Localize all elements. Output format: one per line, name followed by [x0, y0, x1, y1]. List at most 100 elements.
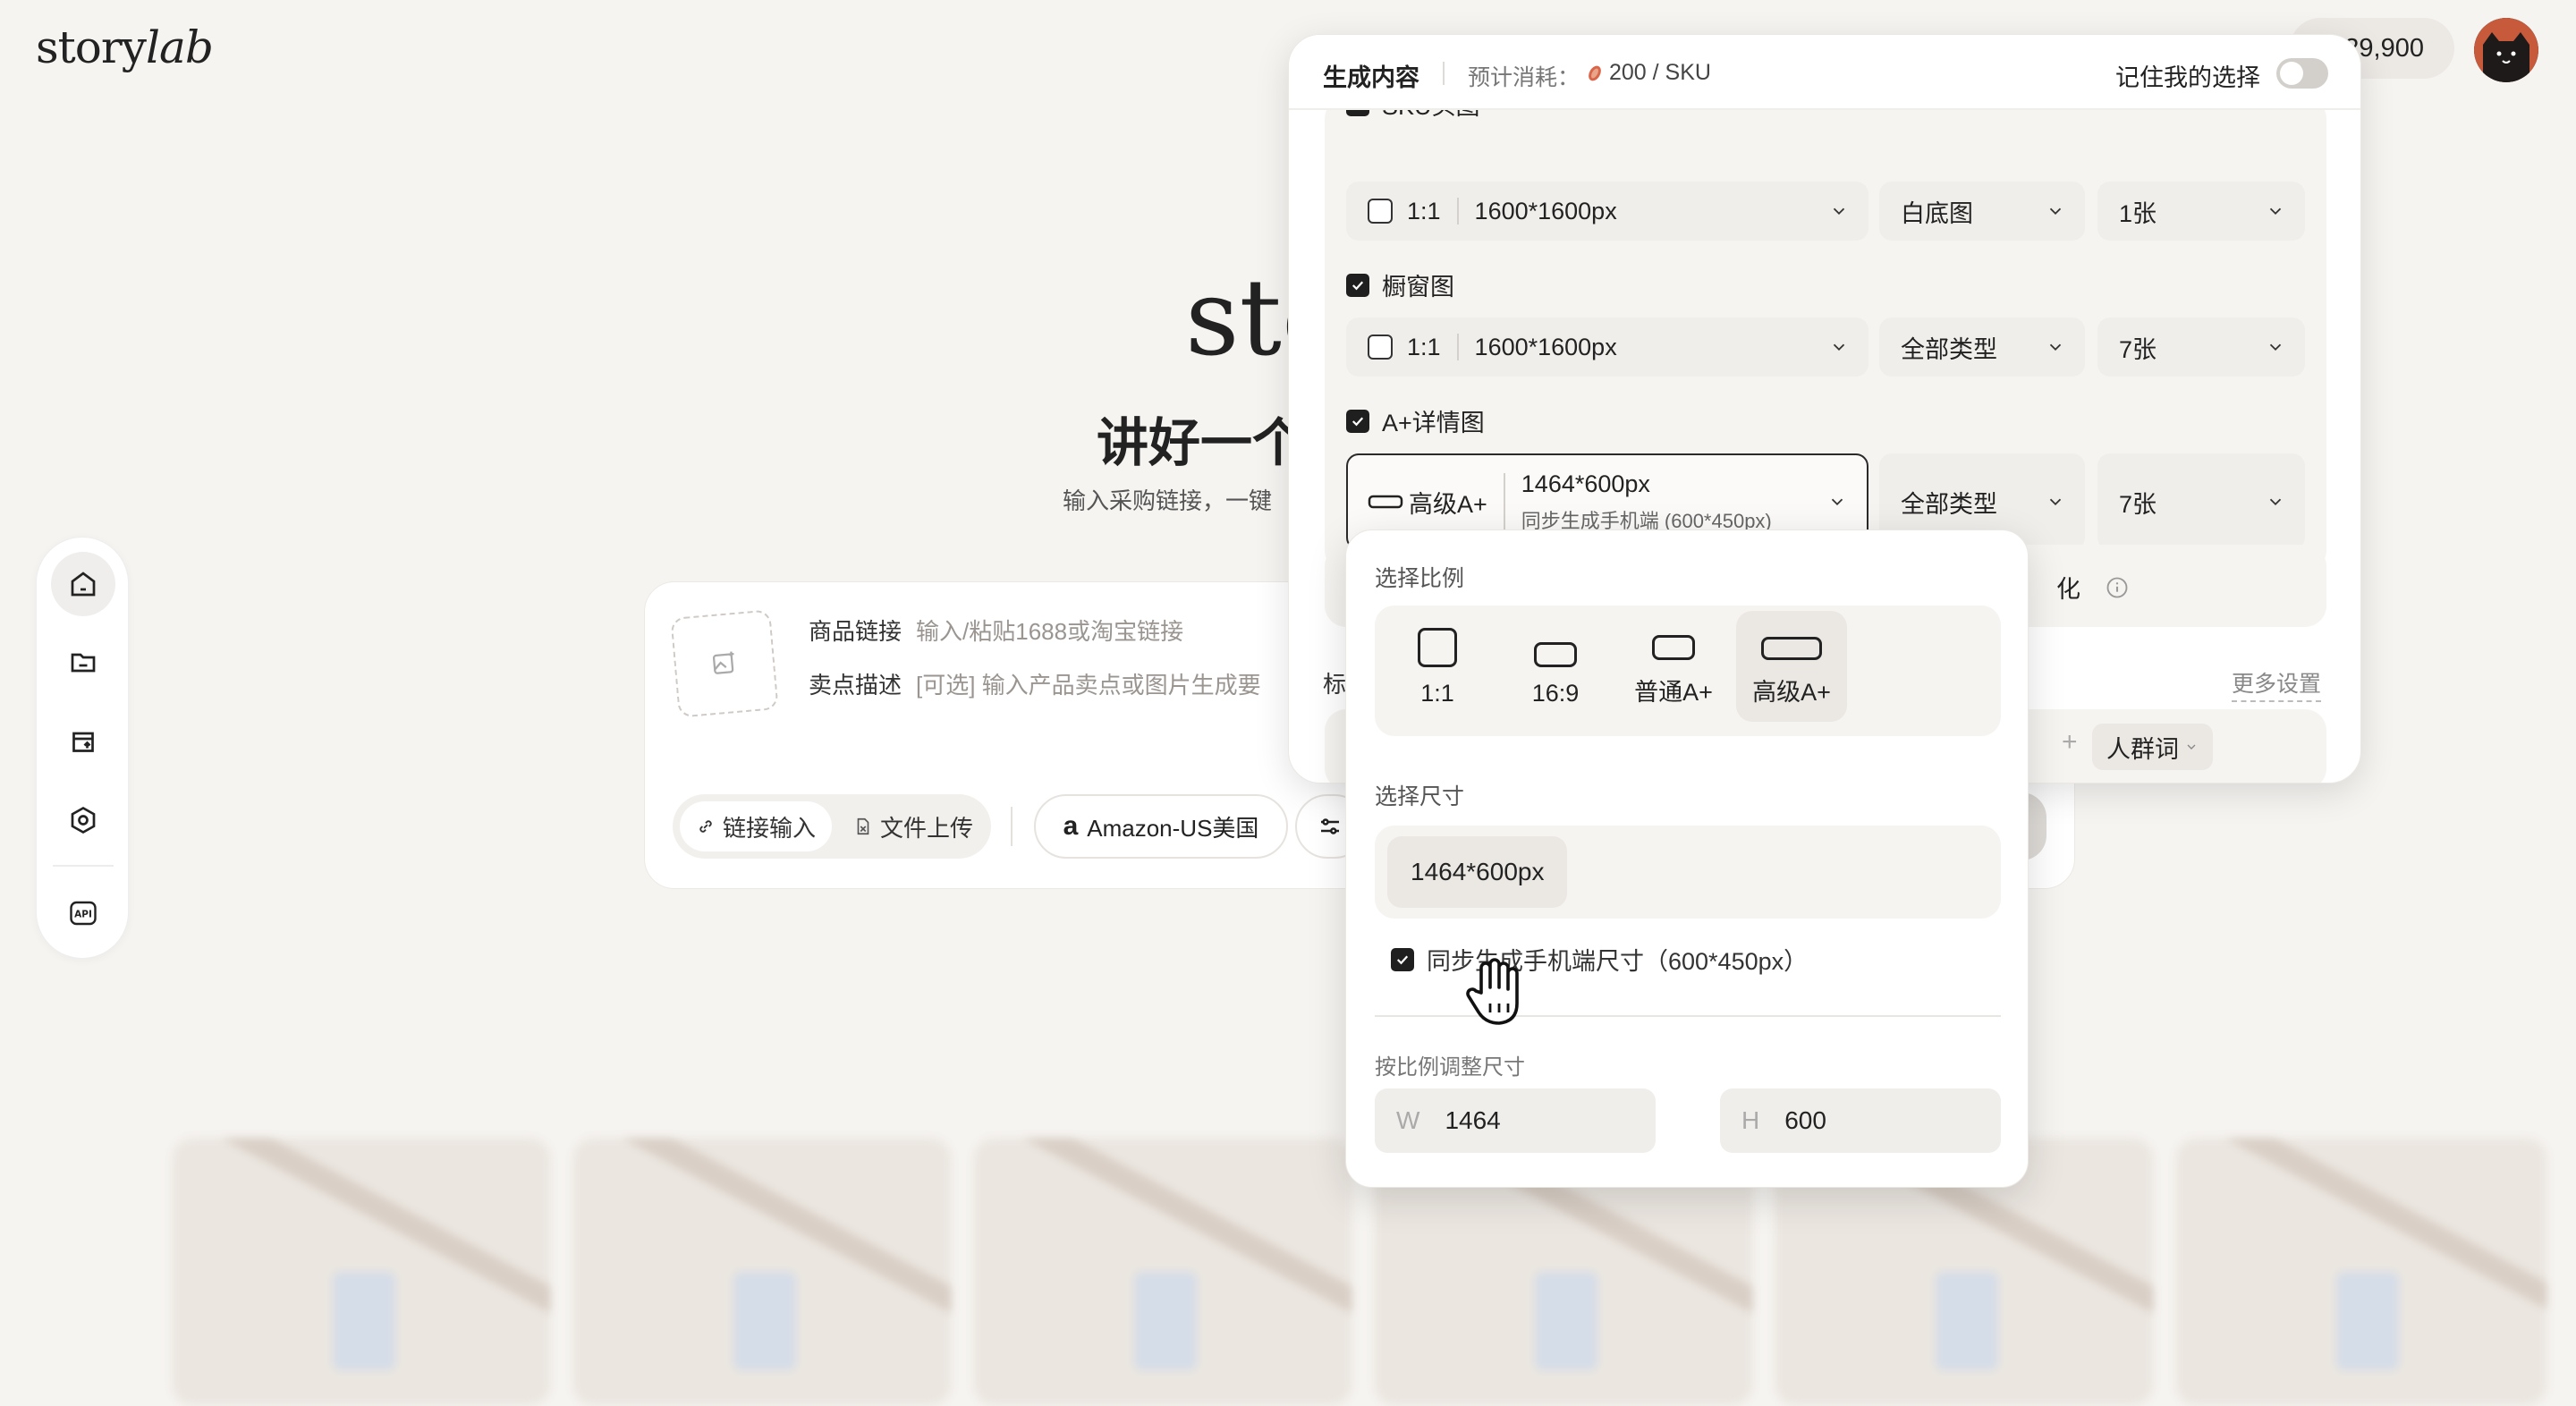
- svg-text:API: API: [74, 910, 92, 920]
- width-prefix: W: [1396, 1106, 1420, 1134]
- chevron-down-icon: [2049, 498, 2062, 506]
- amazon-icon: a: [1063, 811, 1079, 841]
- nav-upload[interactable]: [51, 709, 115, 774]
- chevron-down-icon: [1833, 343, 1845, 352]
- ratio-standard-aplus-icon: [1652, 635, 1695, 660]
- chevron-down-icon: [2049, 343, 2062, 352]
- size-option-chip[interactable]: 1464*600px: [1387, 836, 1568, 908]
- aplus-label: A+详情图: [1382, 410, 1485, 436]
- showcase-type-select[interactable]: 全部类型: [1879, 318, 2085, 377]
- showcase-checkbox[interactable]: [1346, 273, 1369, 297]
- nav-home[interactable]: [51, 552, 115, 616]
- ratio-square-icon: [1368, 335, 1393, 360]
- hero-subtitle: 讲好一个: [1097, 414, 1305, 472]
- height-input[interactable]: H 600: [1720, 1088, 2001, 1153]
- hero-description: 输入采购链接，一键: [1063, 487, 1273, 514]
- aplus-ratio: 高级A+: [1409, 490, 1487, 518]
- height-value[interactable]: 600: [1784, 1106, 1826, 1135]
- remember-toggle[interactable]: [2276, 58, 2328, 89]
- estimate-label: 预计消耗：: [1468, 65, 1580, 90]
- hand-cursor-icon: [1463, 957, 1524, 1033]
- ratio-option-premium-aplus[interactable]: 高级A+: [1736, 611, 1847, 722]
- chevron-down-icon: [2187, 744, 2196, 750]
- sku-count-select[interactable]: 1张: [2097, 182, 2305, 241]
- product-link-row[interactable]: 商品链接 输入/粘贴1688或淘宝链接: [809, 614, 1183, 647]
- size-options: 1464*600px: [1375, 826, 2001, 919]
- gallery-tile[interactable]: [973, 1138, 1352, 1406]
- ratio-section-label: 选择比例: [1375, 566, 1465, 591]
- showcase-count: 7张: [2119, 335, 2157, 363]
- image-drop-zone[interactable]: [670, 609, 779, 718]
- box-upload-icon: [72, 732, 94, 752]
- sliders-icon: [1321, 818, 1339, 834]
- aplus-type: 全部类型: [1901, 490, 1997, 518]
- ratio-option-16-9[interactable]: 16:9: [1500, 611, 1611, 722]
- showcase-type: 全部类型: [1901, 335, 1997, 363]
- width-value[interactable]: 1464: [1445, 1106, 1500, 1135]
- link-icon: [699, 820, 712, 833]
- check-icon: [1352, 280, 1364, 290]
- partial-option-text: 化: [2056, 576, 2080, 603]
- showcase-count-select[interactable]: 7张: [2097, 318, 2305, 377]
- aplus-count-select[interactable]: 7张: [2097, 453, 2305, 550]
- ratio-square-icon: [1418, 628, 1457, 667]
- audience-tag[interactable]: 人群词: [2092, 724, 2213, 770]
- showcase-size-select[interactable]: 1:1 1600*1600px: [1346, 318, 1868, 377]
- marketplace-select[interactable]: a Amazon-US美国: [1034, 794, 1288, 859]
- gallery-tile[interactable]: [572, 1138, 952, 1406]
- section-aplus[interactable]: A+详情图: [1346, 403, 1485, 438]
- width-input[interactable]: W 1464: [1375, 1088, 1656, 1153]
- selling-point-label: 卖点描述: [809, 672, 902, 699]
- sidebar-divider: [53, 865, 114, 867]
- sync-mobile-option[interactable]: 同步生成手机端尺寸（600*450px）: [1391, 942, 1808, 977]
- app-logo[interactable]: storylab: [36, 21, 214, 73]
- aplus-checkbox[interactable]: [1346, 409, 1369, 433]
- audience-tag-label: 人群词: [2106, 735, 2179, 763]
- gallery-tile[interactable]: [2175, 1138, 2547, 1406]
- chevron-down-icon: [2269, 343, 2282, 352]
- ratio-premium-aplus-icon: [1761, 637, 1822, 660]
- showcase-label: 橱窗图: [1382, 274, 1454, 301]
- nav-folder[interactable]: [51, 631, 115, 695]
- nav-settings[interactable]: [51, 788, 115, 852]
- product-link-label: 商品链接: [809, 618, 902, 645]
- hexagon-settings-icon: [71, 806, 96, 834]
- sku-ratio: 1:1: [1407, 197, 1441, 224]
- add-icon[interactable]: +: [2062, 727, 2078, 758]
- sku-count: 1张: [2119, 199, 2157, 227]
- image-add-icon: [712, 651, 734, 674]
- selling-point-input[interactable]: [可选] 输入产品卖点或图片生成要: [916, 667, 1261, 700]
- panel-title: 生成内容: [1323, 64, 1419, 91]
- selling-point-row[interactable]: 卖点描述 [可选] 输入产品卖点或图片生成要: [809, 667, 1292, 700]
- nav-api[interactable]: API: [51, 881, 115, 945]
- section-showcase[interactable]: 橱窗图: [1346, 267, 1454, 302]
- tab-link-label: 链接输入: [723, 814, 817, 842]
- aplus-count: 7张: [2119, 490, 2157, 518]
- sku-size-select[interactable]: 1:1 1600*1600px: [1346, 182, 1868, 241]
- folder-icon: [71, 653, 96, 673]
- ratio-option-1-1[interactable]: 1:1: [1382, 611, 1493, 722]
- header-separator: [1443, 62, 1445, 85]
- sync-mobile-checkbox[interactable]: [1391, 947, 1414, 971]
- product-link-input[interactable]: 输入/粘贴1688或淘宝链接: [916, 614, 1183, 647]
- gallery-tile[interactable]: [172, 1138, 551, 1406]
- remember-label: 记住我的选择: [2115, 64, 2260, 91]
- more-settings-link[interactable]: 更多设置: [2232, 666, 2322, 702]
- sku-type: 白底图: [1901, 199, 1973, 227]
- info-icon: [2106, 577, 2128, 598]
- user-avatar[interactable]: [2474, 18, 2538, 82]
- ratio-option-label: 高级A+: [1752, 679, 1831, 706]
- showcase-ratio: 1:1: [1407, 333, 1441, 360]
- tab-file-upload[interactable]: 文件上传: [837, 801, 989, 851]
- ratio-size-popup: 选择比例 1:1 16:9 普通A+ 高级A+ 选择尺寸 1464*600px …: [1345, 529, 2029, 1188]
- sidebar-nav: API: [36, 537, 129, 959]
- file-icon: [857, 817, 869, 835]
- ratio-option-standard-aplus[interactable]: 普通A+: [1618, 611, 1729, 722]
- chevron-down-icon: [2269, 498, 2282, 506]
- logo-suffix: lab: [146, 21, 214, 73]
- sku-type-select[interactable]: 白底图: [1879, 182, 2085, 241]
- tab-link-input[interactable]: 链接输入: [680, 801, 833, 851]
- aplus-size-info: 1464*600px 同步生成手机端 (600*450px): [1521, 470, 1772, 534]
- ratio-16-9-icon: [1534, 642, 1577, 667]
- size-section-label: 选择尺寸: [1375, 784, 1465, 809]
